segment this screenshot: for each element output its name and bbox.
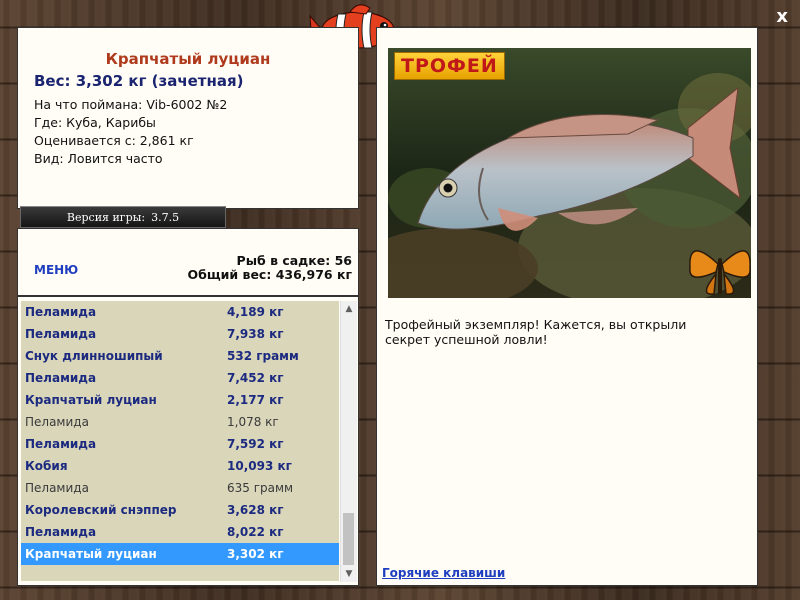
catch-weight: 3,302 кг [227,547,284,561]
trophy-panel: ТРОФЕЙ Трофейный экземпляр! Кажется, вы … [376,27,758,586]
location-line: Где: Куба, Карибы [34,115,156,130]
catch-row[interactable]: Пеламида 7,938 кг [21,323,339,345]
keepnet-stats: Рыб в садке: 56 Общий вес: 436,976 кг [188,254,353,282]
catch-weight: 1,078 кг [227,415,279,429]
catch-row[interactable]: Пеламида 7,452 кг [21,367,339,389]
catch-weight: 635 грамм [227,481,294,495]
species-line: Вид: Ловится часто [34,151,163,166]
catch-list-panel: Пеламида 4,189 кг Пеламида 7,938 кг Снук дли… [17,296,359,586]
catch-name: Пеламида [25,437,97,451]
catch-name: Пеламида [25,371,97,385]
stats-panel: МЕНЮ Рыб в садке: 56 Общий вес: 436,976 … [17,228,359,296]
catch-weight: 3,628 кг [227,503,284,517]
fish-title: Крапчатый луциан [105,50,271,68]
catch-list[interactable]: Пеламида 4,189 кг Пеламида 7,938 кг Снук дли… [21,301,339,581]
catch-name: Пеламида [25,415,89,429]
rated-from-line: Оценивается с: 2,861 кг [34,133,194,148]
version-label: Версия игры: [66,210,146,224]
catch-weight: 10,093 кг [227,459,292,473]
catch-weight: 7,452 кг [227,371,284,385]
fish-info-panel: Крапчатый луциан Вес: 3,302 кг (зачетная… [17,27,359,209]
catch-weight: 4,189 кг [227,305,284,319]
catch-row[interactable]: Пеламида 8,022 кг [21,521,339,543]
catch-name: Пеламида [25,305,97,319]
fish-details: На что поймана: Vib-6002 №2 Где: Куба, К… [34,96,227,168]
catch-name: Снук длинношипый [25,349,163,363]
catch-row-selected[interactable]: Крапчатый луциан 3,302 кг [21,543,339,565]
catch-name: Королевский снэппер [25,503,177,517]
bait-line: На что поймана: Vib-6002 №2 [34,97,228,112]
catch-name: Крапчатый луциан [25,547,157,561]
list-padding [21,565,339,581]
catch-row[interactable]: Снук длинношипый 532 грамм [21,345,339,367]
trophy-badge: ТРОФЕЙ [394,52,505,80]
catch-name: Крапчатый луциан [25,393,157,407]
total-weight: Общий вес: 436,976 кг [187,267,353,282]
fish-weight: Вес: 3,302 кг (зачетная) [34,72,244,90]
snapper-image [388,48,751,298]
catch-name: Пеламида [25,327,97,341]
catch-row[interactable]: Кобия 10,093 кг [21,455,339,477]
catch-weight: 532 грамм [227,349,299,363]
catch-row[interactable]: Крапчатый луциан 2,177 кг [21,389,339,411]
catch-row[interactable]: Пеламида 1,078 кг [21,411,339,433]
catch-row[interactable]: Пеламида 7,592 кг [21,433,339,455]
scrollbar-thumb[interactable] [343,513,354,565]
menu-button[interactable]: МЕНЮ [34,263,78,277]
fish-photo: ТРОФЕЙ [388,48,751,298]
catch-weight: 8,022 кг [227,525,284,539]
catch-row[interactable]: Королевский снэппер 3,628 кг [21,499,339,521]
trophy-message: Трофейный экземпляр! Кажется, вы открыли… [385,317,687,347]
catch-weight: 7,938 кг [227,327,284,341]
catch-weight: 7,592 кг [227,437,284,451]
catch-name: Кобия [25,459,68,473]
hotkeys-link[interactable]: Горячие клавиши [382,566,505,580]
version-value: 3.7.5 [151,210,180,224]
catch-name: Пеламида [25,525,97,539]
close-button[interactable]: x [776,6,788,27]
catch-row[interactable]: Пеламида 635 грамм [21,477,339,499]
catch-name: Пеламида [25,481,89,495]
version-bar: Версия игры: 3.7.5 [20,206,226,228]
fish-count: Рыб в садке: 56 [236,253,352,268]
scrollbar[interactable]: ▲ ▼ [340,301,357,582]
catch-row[interactable]: Пеламида 4,189 кг [21,301,339,323]
catch-weight: 2,177 кг [227,393,284,407]
scroll-down-icon[interactable]: ▼ [341,566,357,582]
scroll-up-icon[interactable]: ▲ [341,301,357,317]
